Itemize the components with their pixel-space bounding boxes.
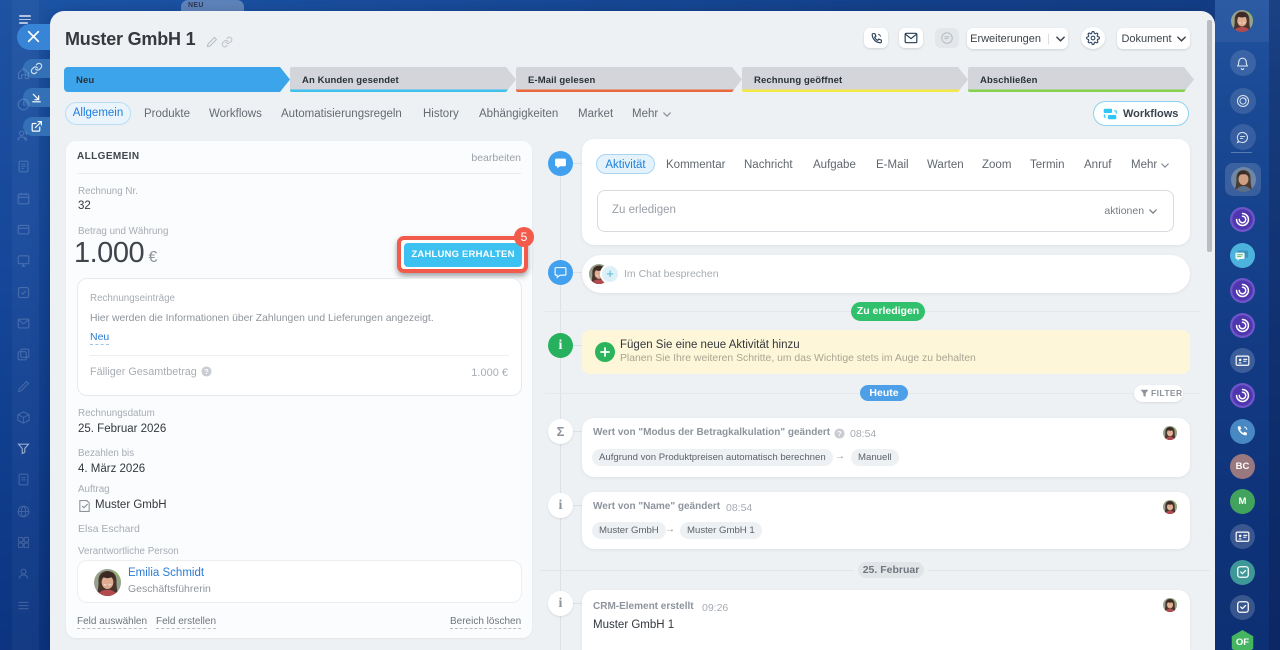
svg-text:?: ?: [837, 429, 842, 438]
svg-text:?: ?: [204, 367, 209, 376]
